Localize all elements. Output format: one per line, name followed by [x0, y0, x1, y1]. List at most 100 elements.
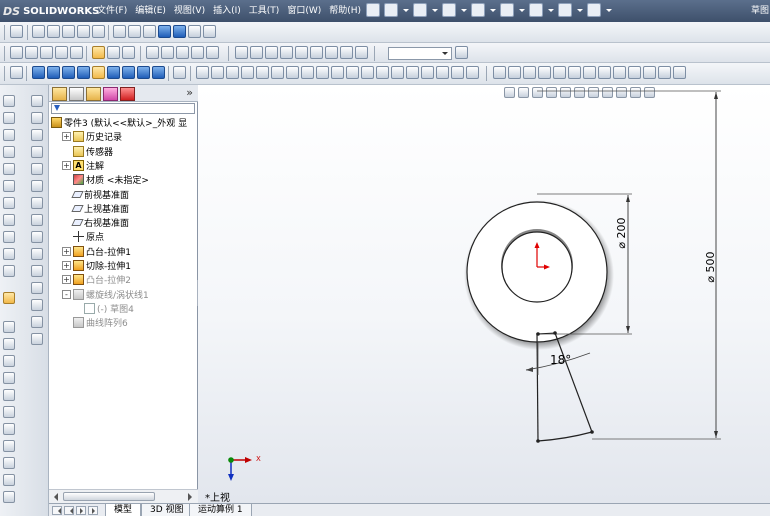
tree-node[interactable]: + 凸台-拉伸1	[62, 245, 131, 258]
tree-node[interactable]: 零件3 (默认<<默认>_外观 显	[51, 116, 187, 129]
command-32-icon[interactable]	[31, 231, 43, 243]
tab-dimxpert-manager[interactable]	[103, 87, 118, 101]
hidden-lines-removed-icon[interactable]	[143, 25, 156, 38]
view-orientation-icon[interactable]	[203, 25, 216, 38]
save-icon[interactable]	[40, 46, 53, 59]
tab-model[interactable]: 模型	[105, 504, 142, 516]
command-37-icon[interactable]	[31, 316, 43, 328]
command-22-icon[interactable]	[3, 474, 15, 486]
sketch-entity-2-icon[interactable]	[211, 66, 224, 79]
menu-file[interactable]: 文件(F)	[93, 0, 131, 22]
sketch-entity-19-icon[interactable]	[466, 66, 479, 79]
select-dropdown-icon[interactable]	[107, 46, 120, 59]
zoom-fit-icon[interactable]	[32, 25, 45, 38]
tree-expander-icon[interactable]: -	[62, 289, 71, 299]
command-24-icon[interactable]	[31, 95, 43, 107]
select-arrow-icon[interactable]	[92, 46, 105, 59]
menu-tools[interactable]: 工具(T)	[245, 0, 284, 22]
new-document-icon[interactable]	[384, 3, 398, 17]
hidden-lines-visible-icon[interactable]	[128, 25, 141, 38]
section-view-icon[interactable]	[188, 25, 201, 38]
relation-6-icon[interactable]	[568, 66, 581, 79]
first-tab-icon[interactable]	[52, 506, 62, 515]
command-2-icon[interactable]	[3, 112, 15, 124]
command-19-icon[interactable]	[3, 423, 15, 435]
command-11-icon[interactable]	[3, 265, 15, 277]
new-dropdown-icon[interactable]	[402, 3, 409, 17]
command-16-icon[interactable]	[3, 372, 15, 384]
graphics-viewport[interactable]: ⌀ 200 ⌀ 500 18° X *上视	[198, 85, 770, 503]
sketch-entity-7-icon[interactable]	[286, 66, 299, 79]
relation-3-icon[interactable]	[523, 66, 536, 79]
open-dropdown-icon[interactable]	[431, 3, 438, 17]
layer-properties-icon[interactable]	[161, 46, 174, 59]
tree-node[interactable]: + 凸台-拉伸2	[62, 273, 131, 286]
ambient-occlusion-icon[interactable]	[265, 46, 278, 59]
relation-5-icon[interactable]	[553, 66, 566, 79]
command-36-icon[interactable]	[31, 299, 43, 311]
tree-node[interactable]: - 螺旋线/涡状线1	[62, 288, 149, 301]
redo-icon[interactable]	[529, 3, 543, 17]
shaded-icon[interactable]	[173, 25, 186, 38]
command-6-icon[interactable]	[3, 180, 15, 192]
sketch-entity-17-icon[interactable]	[436, 66, 449, 79]
sketch-entity-3-icon[interactable]	[226, 66, 239, 79]
decal-icon[interactable]	[340, 46, 353, 59]
tree-expander-icon[interactable]: +	[62, 275, 71, 285]
view-normal-to-icon[interactable]	[10, 66, 23, 79]
scenes-icon[interactable]	[191, 46, 204, 59]
configuration-combo[interactable]	[388, 47, 452, 60]
relation-8-icon[interactable]	[598, 66, 611, 79]
menu-help[interactable]: 帮助(H)	[325, 0, 365, 22]
command-17-icon[interactable]	[3, 389, 15, 401]
command-29-icon[interactable]	[31, 180, 43, 192]
tree-expander-icon[interactable]: +	[62, 160, 71, 170]
light-icon[interactable]	[355, 46, 368, 59]
command-20-icon[interactable]	[3, 440, 15, 452]
tree-expander-icon[interactable]: +	[62, 261, 71, 270]
tree-expander-icon[interactable]: +	[62, 246, 71, 256]
dimetric-view-icon[interactable]	[152, 66, 165, 79]
command-34-icon[interactable]	[31, 265, 43, 277]
sketch-entity-15-icon[interactable]	[406, 66, 419, 79]
command-23-icon[interactable]	[3, 491, 15, 503]
command-28-icon[interactable]	[31, 163, 43, 175]
pan-icon[interactable]	[92, 25, 105, 38]
command-8-icon[interactable]	[3, 214, 15, 226]
command-35-icon[interactable]	[31, 282, 43, 294]
trimetric-view-icon[interactable]	[137, 66, 150, 79]
normal-to-icon[interactable]	[173, 66, 186, 79]
tree-filter-input[interactable]	[51, 103, 195, 114]
command-13-icon[interactable]	[3, 321, 15, 333]
command-7-icon[interactable]	[3, 197, 15, 209]
command-26-icon[interactable]	[31, 129, 43, 141]
rotate-view-icon[interactable]	[77, 25, 90, 38]
tree-node[interactable]: (-) 草图4	[73, 302, 134, 315]
tab-configuration-manager[interactable]	[86, 87, 101, 101]
command-31-icon[interactable]	[31, 214, 43, 226]
command-5-icon[interactable]	[3, 163, 15, 175]
relation-9-icon[interactable]	[613, 66, 626, 79]
top-view-icon[interactable]	[92, 66, 105, 79]
sketch-entity-11-icon[interactable]	[346, 66, 359, 79]
tree-node[interactable]: 前视基准面	[62, 188, 129, 201]
menu-window[interactable]: 窗口(W)	[283, 0, 325, 22]
command-15-icon[interactable]	[3, 355, 15, 367]
tree-horizontal-scrollbar[interactable]	[49, 489, 198, 503]
command-30-icon[interactable]	[31, 197, 43, 209]
print-preview-icon[interactable]	[55, 46, 68, 59]
shaded-with-edges-icon[interactable]	[158, 25, 171, 38]
scroll-thumb[interactable]	[63, 492, 155, 501]
sketch-tool-icon[interactable]	[10, 25, 23, 38]
perspective-icon[interactable]	[280, 46, 293, 59]
scroll-right-icon[interactable]	[188, 493, 196, 501]
redo-dropdown-icon[interactable]	[547, 3, 554, 17]
save-icon[interactable]	[442, 3, 456, 17]
front-view-icon[interactable]	[32, 66, 45, 79]
sketch-entity-13-icon[interactable]	[376, 66, 389, 79]
back-view-icon[interactable]	[47, 66, 60, 79]
rebuild-traffic-light-icon[interactable]	[558, 3, 572, 17]
command-27-icon[interactable]	[31, 146, 43, 158]
render-icon[interactable]	[325, 46, 338, 59]
options-icon[interactable]	[587, 3, 601, 17]
